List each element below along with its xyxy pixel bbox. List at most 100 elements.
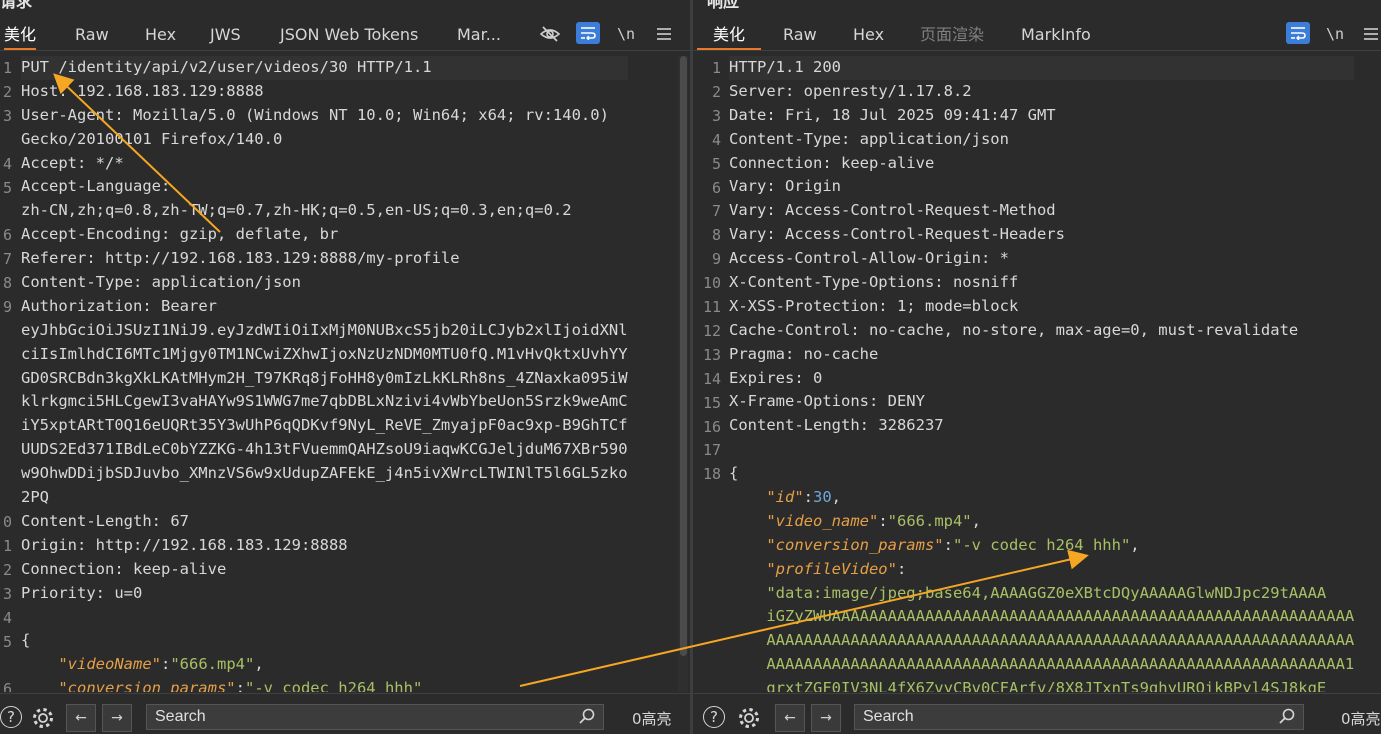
code-line: X-Frame-Options: DENY bbox=[729, 390, 1354, 414]
arrow-right-icon[interactable]: → bbox=[102, 704, 132, 732]
newline-toggle[interactable]: \n bbox=[614, 22, 638, 46]
response-editor[interactable]: 1 2 3 4 5 6 7 8 9 10 11 12 13 14 15 16 17 18 HTTP/1.1 200… bbox=[693, 56, 1381, 692]
json-key: "videoName" bbox=[58, 655, 161, 674]
arrow-left-icon[interactable]: ← bbox=[775, 704, 805, 732]
header-value: */* bbox=[86, 153, 124, 172]
header-name: User-Agent: bbox=[21, 105, 124, 124]
menu-icon[interactable] bbox=[652, 22, 676, 46]
code-line: 2PQ bbox=[21, 486, 628, 510]
header-name: Server: bbox=[729, 81, 795, 100]
header-name: Content-Length: bbox=[21, 511, 161, 530]
tab-hex[interactable]: Hex bbox=[145, 20, 176, 50]
header-name: Access-Control-Allow-Origin: bbox=[729, 249, 991, 268]
tab-pretty[interactable]: 美化 bbox=[697, 20, 762, 50]
highlight-count: 0高亮 bbox=[632, 710, 672, 728]
base64-line: AAAAAAAAAAAAAAAAAAAAAAAAAAAAAAAAAAAAAAAA… bbox=[729, 653, 1354, 677]
base64-line: "data:image/jpeg;base64,AAAAGGZ0eXBtcDQy… bbox=[729, 582, 1354, 606]
header-name: X-XSS-Protection: bbox=[729, 296, 888, 315]
tab-hex[interactable]: Hex bbox=[853, 20, 884, 50]
header-value: iY5xptARtT0Q16eUQRt35Y3wUhP6qQDKvf9NyL_R… bbox=[21, 416, 628, 435]
base64-value: iGZyZWUAAAAAAAAAAAAAAAAAAAAAAAAAAAAAAAAA… bbox=[766, 607, 1355, 626]
base64-line: AAAAAAAAAAAAAAAAAAAAAAAAAAAAAAAAAAAAAAAA… bbox=[729, 629, 1354, 653]
header-name: Accept-Language: bbox=[21, 177, 171, 196]
gear-icon[interactable] bbox=[737, 706, 761, 730]
line-number: 18 bbox=[702, 465, 721, 484]
code-line: Access-Control-Allow-Origin: * bbox=[729, 247, 1354, 271]
header-value: Mozilla/5.0 (Windows NT 10.0; Win64; x64… bbox=[123, 105, 609, 124]
arrow-right-icon[interactable]: → bbox=[811, 704, 841, 732]
base64-value: grxtZGF0IV3NL4fX6ZvyCBv0CFArfv/8X8JTxnTs… bbox=[766, 679, 1327, 692]
json-comma: , bbox=[831, 488, 842, 507]
line-number: 3 bbox=[2, 584, 12, 603]
header-value: /identity/api/v2/user/videos/30 HTTP/1.1 bbox=[49, 58, 432, 76]
help-icon[interactable]: ? bbox=[703, 706, 725, 728]
request-pane: 请求 美化 Raw Hex JWS JSON Web Tokens Mar...… bbox=[0, 0, 690, 734]
header-name: HTTP/1.1 200 bbox=[729, 58, 841, 76]
search-input[interactable] bbox=[855, 705, 1303, 729]
line-number: 1 bbox=[2, 537, 12, 555]
header-value: Gecko/20100101 Firefox/140.0 bbox=[21, 129, 283, 148]
tab-json-web-tokens[interactable]: JSON Web Tokens bbox=[280, 20, 418, 50]
line-number: 1 bbox=[711, 59, 721, 77]
line-number: 3 bbox=[711, 106, 721, 125]
search-input[interactable] bbox=[147, 705, 603, 729]
tab-raw[interactable]: Raw bbox=[75, 20, 109, 50]
json-line: "conversion_params":"-v codec h264 hhh", bbox=[729, 534, 1354, 558]
newline-toggle[interactable]: \n bbox=[1323, 22, 1347, 46]
line-number: 4 bbox=[711, 130, 721, 149]
header-name: Authorization: bbox=[21, 296, 152, 315]
code-line: Referer: http://192.168.183.129:8888/my-… bbox=[21, 247, 628, 271]
tab-more[interactable]: Mar... bbox=[457, 20, 501, 50]
header-name: Host: bbox=[21, 81, 68, 100]
code-line: iY5xptARtT0Q16eUQRt35Y3wUhP6qQDKvf9NyL_R… bbox=[21, 414, 628, 438]
header-value: u=0 bbox=[105, 583, 143, 602]
code-line: Expires: 0 bbox=[729, 367, 1354, 391]
help-icon[interactable]: ? bbox=[0, 706, 22, 728]
wrap-icon[interactable] bbox=[576, 22, 600, 44]
line-number: 17 bbox=[702, 441, 721, 460]
header-value: keep-alive bbox=[831, 153, 935, 172]
eye-off-icon[interactable] bbox=[538, 22, 562, 46]
json-comma: , bbox=[1130, 535, 1140, 554]
header-value: w9OhwDDijbSDJuvbo_XMnzVS6w9xUdupZAFEkE_j… bbox=[21, 464, 628, 483]
response-search-bar: ? ← → 0高亮 bbox=[693, 693, 1381, 734]
code-line: Cache-Control: no-cache, no-store, max-a… bbox=[729, 319, 1354, 343]
gear-icon[interactable] bbox=[31, 706, 55, 730]
line-number-gutter: 1 2 3 4 5 6 7 8 9 10 11 12 13 14 15 16 17 18 bbox=[693, 56, 723, 692]
code-line: PUT /identity/api/v2/user/videos/30 HTTP… bbox=[21, 56, 628, 80]
request-editor[interactable]: 1234567890123456 PUT /identity/api/v2/us… bbox=[0, 56, 690, 692]
line-number: 2 bbox=[711, 82, 721, 101]
header-name: PUT bbox=[21, 58, 49, 76]
header-value: http://192.168.183.129:8888 bbox=[86, 535, 348, 554]
code-line: klrkgmci5HLCgewI3vaHAYw9S1WWG7me7qbDBLxN… bbox=[21, 390, 628, 414]
base64-line: grxtZGF0IV3NL4fX6ZvyCBv0CFArfv/8X8JTxnTs… bbox=[729, 677, 1354, 692]
header-value: 192.168.183.129:8888 bbox=[67, 81, 264, 100]
request-scrollbar[interactable] bbox=[678, 56, 688, 692]
search-icon[interactable] bbox=[1279, 708, 1295, 728]
json-key: "conversion_params" bbox=[766, 535, 944, 554]
header-name: Referer: bbox=[21, 249, 96, 268]
line-number: 10 bbox=[702, 274, 721, 293]
code-line: User-Agent: Mozilla/5.0 (Windows NT 10.0… bbox=[21, 104, 628, 128]
code-line: Origin: http://192.168.183.129:8888 bbox=[21, 534, 628, 558]
header-value: Origin bbox=[775, 177, 841, 196]
menu-icon[interactable] bbox=[1361, 22, 1381, 46]
header-value: application/json bbox=[850, 129, 1009, 148]
arrow-left-icon[interactable]: ← bbox=[66, 704, 96, 732]
code-line: HTTP/1.1 200 bbox=[729, 56, 1355, 80]
search-icon[interactable] bbox=[579, 708, 595, 728]
code-line: Authorization: Bearer bbox=[21, 295, 628, 319]
tab-jws[interactable]: JWS bbox=[210, 20, 241, 50]
line-number: 6 bbox=[2, 680, 12, 692]
wrap-icon[interactable] bbox=[1286, 22, 1310, 44]
code-line: Date: Fri, 18 Jul 2025 09:41:47 GMT bbox=[729, 104, 1354, 128]
tab-markinfo[interactable]: MarkInfo bbox=[1021, 20, 1091, 50]
request-text: PUT /identity/api/v2/user/videos/30 HTTP… bbox=[21, 56, 628, 692]
tab-render[interactable]: 页面渲染 bbox=[920, 20, 984, 50]
json-key: "id" bbox=[766, 488, 804, 507]
tab-raw[interactable]: Raw bbox=[783, 20, 817, 50]
code-line: w9OhwDDijbSDJuvbo_XMnzVS6w9xUdupZAFEkE_j… bbox=[21, 462, 628, 486]
response-pane: 响应 美化 Raw Hex 页面渲染 MarkInfo \n 123456789… bbox=[693, 0, 1381, 734]
tab-pretty[interactable]: 美化 bbox=[4, 20, 37, 50]
